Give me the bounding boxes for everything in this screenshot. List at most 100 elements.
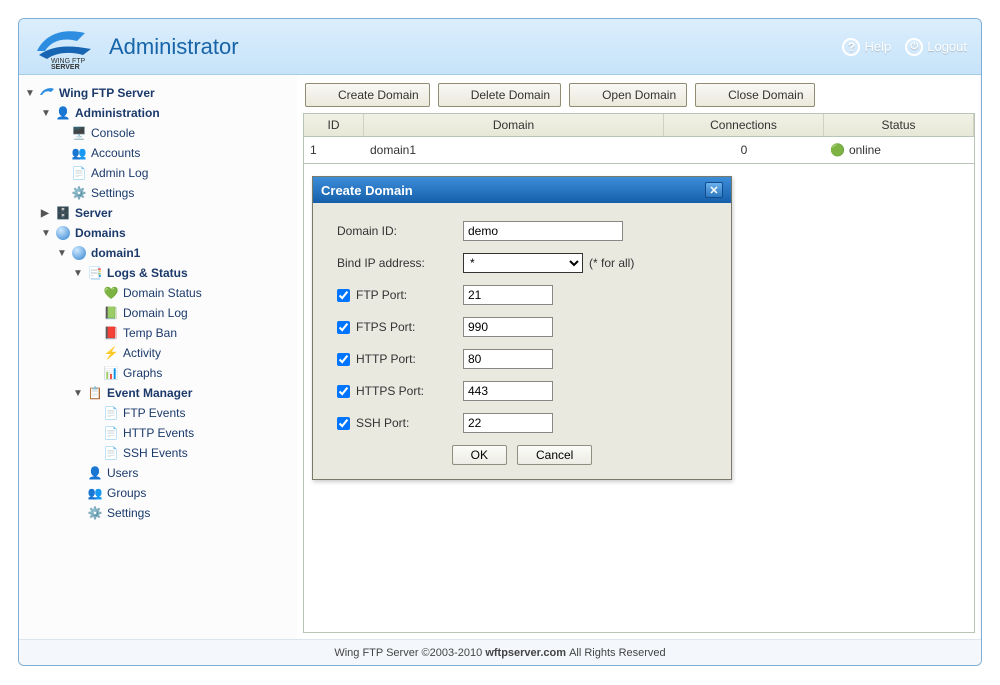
gear-icon: ⚙️ bbox=[71, 185, 87, 201]
tree-logs-status[interactable]: ▼📑Logs & Status bbox=[73, 263, 291, 283]
help-link[interactable]: ? Help bbox=[842, 38, 891, 56]
globe-icon bbox=[71, 245, 87, 261]
doc-icon: 📄 bbox=[103, 405, 119, 421]
dialog-title-text: Create Domain bbox=[321, 183, 413, 198]
chart-icon: 📊 bbox=[103, 365, 119, 381]
online-icon: 🟢 bbox=[830, 143, 845, 157]
tree-users[interactable]: 👤Users bbox=[73, 463, 291, 483]
tree-server[interactable]: ▶🗄️Server bbox=[41, 203, 291, 223]
globe-plus-icon bbox=[316, 87, 332, 103]
svg-text:SERVER: SERVER bbox=[51, 64, 80, 69]
tree-ssh-events[interactable]: 📄SSH Events bbox=[89, 443, 291, 463]
power-icon: ⏻ bbox=[905, 38, 923, 56]
grid-header: ID Domain Connections Status bbox=[304, 114, 974, 137]
http-port-input[interactable] bbox=[463, 349, 553, 369]
events-icon: 📋 bbox=[87, 385, 103, 401]
tree-admin-log[interactable]: 📄Admin Log bbox=[57, 163, 291, 183]
globe-icon bbox=[55, 225, 71, 241]
create-domain-button[interactable]: Create Domain bbox=[305, 83, 430, 107]
tree-activity[interactable]: ⚡Activity bbox=[89, 343, 291, 363]
tree-administration[interactable]: ▼👤Administration bbox=[41, 103, 291, 123]
tree-ftp-events[interactable]: 📄FTP Events bbox=[89, 403, 291, 423]
bind-ip-label: Bind IP address: bbox=[337, 256, 463, 270]
https-port-input[interactable] bbox=[463, 381, 553, 401]
ssh-port-checkbox[interactable] bbox=[337, 417, 350, 430]
close-domain-button[interactable]: Close Domain bbox=[695, 83, 814, 107]
list-icon: 📑 bbox=[87, 265, 103, 281]
https-port-label: HTTPS Port: bbox=[356, 384, 424, 398]
tree-temp-ban[interactable]: 📕Temp Ban bbox=[89, 323, 291, 343]
ftp-port-checkbox[interactable] bbox=[337, 289, 350, 302]
tree-settings-domain[interactable]: ⚙️Settings bbox=[73, 503, 291, 523]
close-icon: ✕ bbox=[709, 184, 718, 197]
tree-accounts[interactable]: 👥Accounts bbox=[57, 143, 291, 163]
ok-button[interactable]: OK bbox=[452, 445, 507, 465]
sidebar: ▼Wing FTP Server ▼👤Administration 🖥️Cons… bbox=[19, 75, 297, 639]
status-icon: 💚 bbox=[103, 285, 119, 301]
col-domain[interactable]: Domain bbox=[364, 114, 664, 136]
app-header: WING FTPSERVER Administrator ? Help ⏻ Lo… bbox=[19, 19, 981, 75]
wing-icon bbox=[39, 85, 55, 101]
person-icon: 👤 bbox=[55, 105, 71, 121]
user-icon: 👤 bbox=[87, 465, 103, 481]
gear-icon: ⚙️ bbox=[87, 505, 103, 521]
content-area: Create Domain ✕ Domain ID: Bind IP addre… bbox=[303, 164, 975, 633]
domain-toolbar: Create Domain Delete Domain Open Domain … bbox=[303, 81, 975, 113]
bind-ip-select[interactable]: * bbox=[463, 253, 583, 273]
create-domain-dialog: Create Domain ✕ Domain ID: Bind IP addre… bbox=[312, 176, 732, 480]
doc-icon: 📄 bbox=[103, 445, 119, 461]
bind-ip-note: (* for all) bbox=[589, 256, 634, 270]
footer: Wing FTP Server ©2003-2010 wftpserver.co… bbox=[19, 639, 981, 665]
globe-delete-icon bbox=[449, 87, 465, 103]
ssh-port-input[interactable] bbox=[463, 413, 553, 433]
col-id[interactable]: ID bbox=[304, 114, 364, 136]
tree-domain1[interactable]: ▼domain1 bbox=[57, 243, 291, 263]
footer-link[interactable]: wftpserver.com bbox=[485, 647, 566, 659]
accounts-icon: 👥 bbox=[71, 145, 87, 161]
ftps-port-label: FTPS Port: bbox=[356, 320, 415, 334]
ssh-port-label: SSH Port: bbox=[356, 416, 409, 430]
tree-event-manager[interactable]: ▼📋Event Manager bbox=[73, 383, 291, 403]
cancel-button[interactable]: Cancel bbox=[517, 445, 592, 465]
tree-console[interactable]: 🖥️Console bbox=[57, 123, 291, 143]
globe-close-icon bbox=[706, 87, 722, 103]
col-connections[interactable]: Connections bbox=[664, 114, 824, 136]
tree-settings-admin[interactable]: ⚙️Settings bbox=[57, 183, 291, 203]
tree-groups[interactable]: 👥Groups bbox=[73, 483, 291, 503]
log-icon: 📗 bbox=[103, 305, 119, 321]
dialog-close-button[interactable]: ✕ bbox=[705, 182, 723, 198]
tree-domain-status[interactable]: 💚Domain Status bbox=[89, 283, 291, 303]
table-row[interactable]: 1 domain1 0 🟢online bbox=[304, 137, 974, 163]
app-logo: WING FTPSERVER bbox=[33, 25, 101, 69]
delete-domain-button[interactable]: Delete Domain bbox=[438, 83, 561, 107]
http-port-label: HTTP Port: bbox=[356, 352, 416, 366]
ftps-port-checkbox[interactable] bbox=[337, 321, 350, 334]
col-status[interactable]: Status bbox=[824, 114, 974, 136]
ftps-port-input[interactable] bbox=[463, 317, 553, 337]
group-icon: 👥 bbox=[87, 485, 103, 501]
tree-domain-log[interactable]: 📗Domain Log bbox=[89, 303, 291, 323]
domain-grid: ID Domain Connections Status 1 domain1 0… bbox=[303, 113, 975, 164]
tree-domains[interactable]: ▼Domains bbox=[41, 223, 291, 243]
dialog-titlebar[interactable]: Create Domain ✕ bbox=[313, 177, 731, 203]
tree-root[interactable]: ▼Wing FTP Server bbox=[25, 83, 291, 103]
log-icon: 📄 bbox=[71, 165, 87, 181]
ftp-port-label: FTP Port: bbox=[356, 288, 407, 302]
tree-graphs[interactable]: 📊Graphs bbox=[89, 363, 291, 383]
open-domain-button[interactable]: Open Domain bbox=[569, 83, 687, 107]
app-title: Administrator bbox=[109, 34, 239, 60]
main-panel: Create Domain Delete Domain Open Domain … bbox=[297, 75, 981, 639]
tree-http-events[interactable]: 📄HTTP Events bbox=[89, 423, 291, 443]
status-badge: 🟢online bbox=[830, 143, 968, 157]
https-port-checkbox[interactable] bbox=[337, 385, 350, 398]
doc-icon: 📄 bbox=[103, 425, 119, 441]
logout-link[interactable]: ⏻ Logout bbox=[905, 38, 967, 56]
server-icon: 🗄️ bbox=[55, 205, 71, 221]
domain-id-label: Domain ID: bbox=[337, 224, 463, 238]
domain-id-input[interactable] bbox=[463, 221, 623, 241]
ftp-port-input[interactable] bbox=[463, 285, 553, 305]
help-icon: ? bbox=[842, 38, 860, 56]
activity-icon: ⚡ bbox=[103, 345, 119, 361]
http-port-checkbox[interactable] bbox=[337, 353, 350, 366]
console-icon: 🖥️ bbox=[71, 125, 87, 141]
